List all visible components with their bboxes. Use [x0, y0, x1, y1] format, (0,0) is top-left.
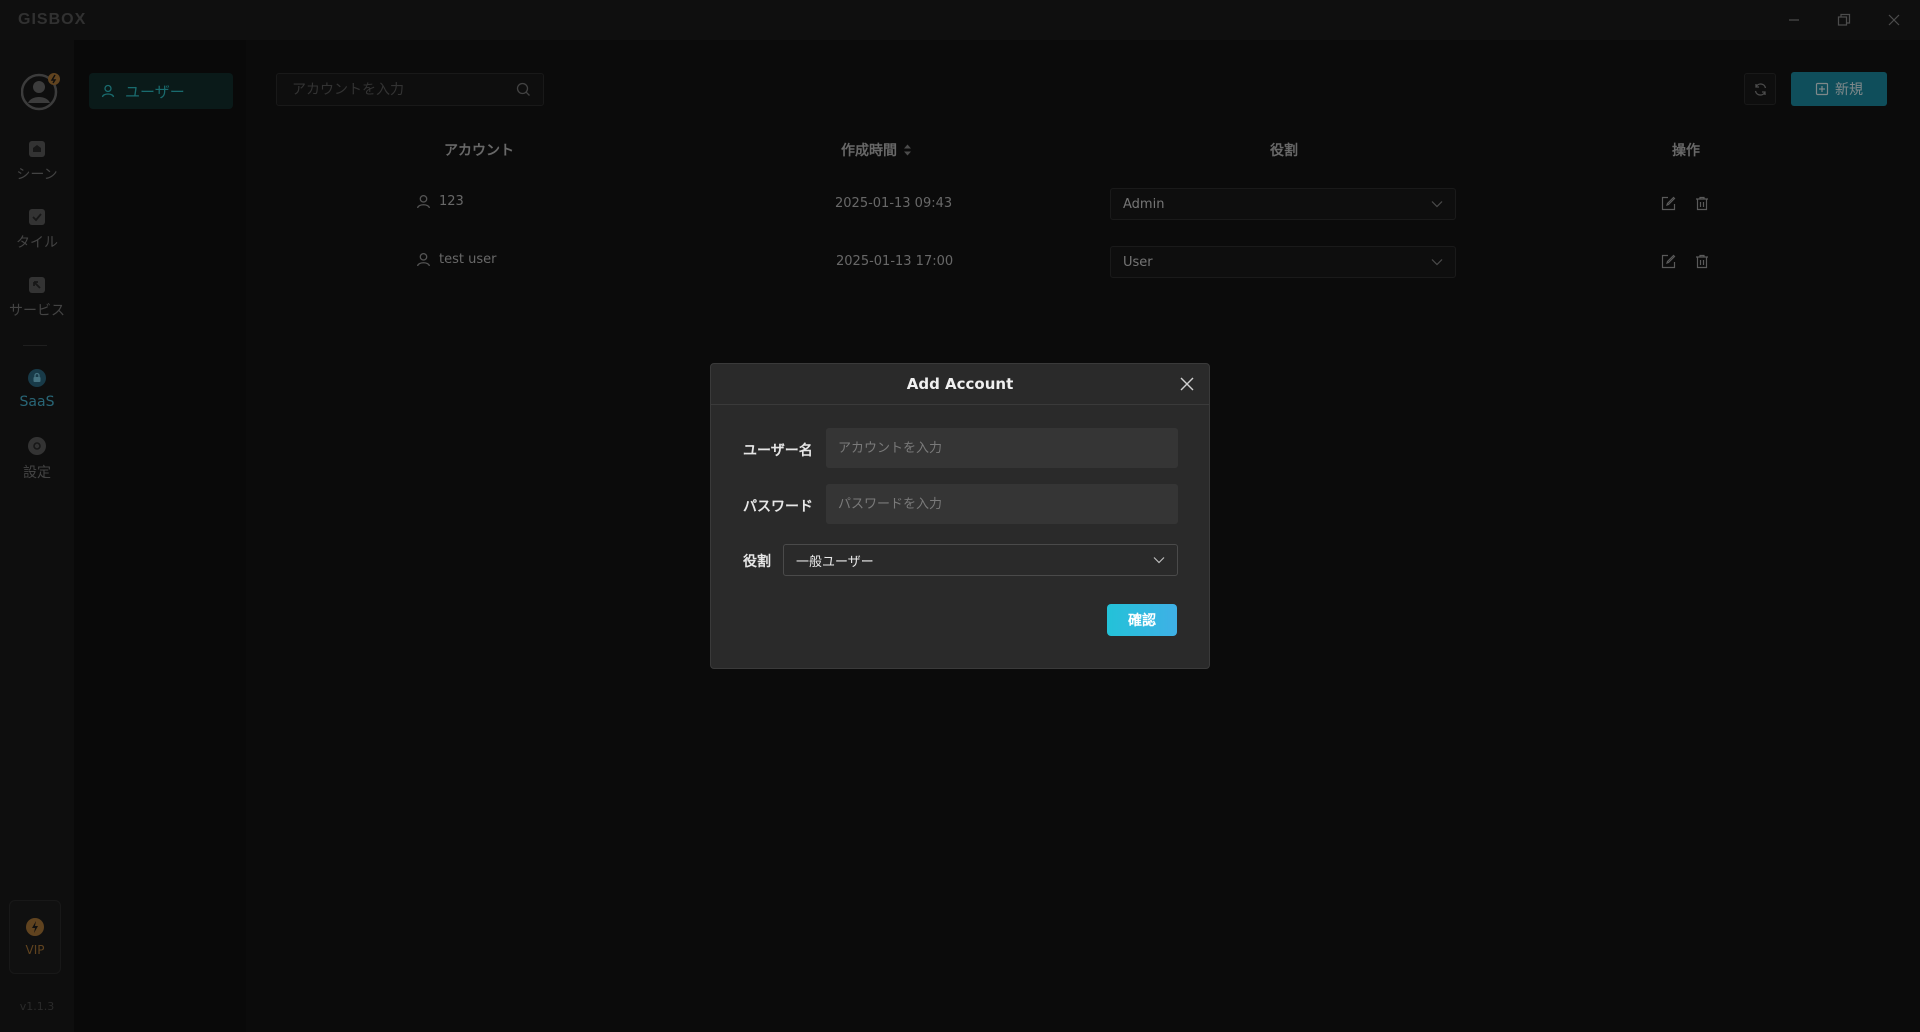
chevron-down-icon — [1153, 557, 1165, 564]
username-label: ユーザー名 — [743, 443, 813, 459]
role-dropdown-value: 一般ユーザー — [796, 554, 874, 570]
username-input[interactable] — [826, 428, 1178, 468]
add-account-dialog: Add Account ユーザー名 パスワード 役割 一般ユーザー 確認 — [710, 363, 1210, 669]
dialog-title: Add Account — [906, 375, 1014, 393]
role-dropdown[interactable]: 一般ユーザー — [783, 544, 1178, 576]
dialog-header: Add Account — [711, 364, 1209, 405]
role-label: 役割 — [743, 554, 771, 570]
password-label: パスワード — [743, 499, 813, 515]
password-input[interactable] — [826, 484, 1178, 524]
app-window: GISBOX シーン タイル サービス SaaS 設定 VIP v1.1.3 ユ… — [0, 0, 1920, 1032]
confirm-button[interactable]: 確認 — [1107, 604, 1177, 636]
close-icon — [1180, 377, 1194, 391]
dialog-close-button[interactable] — [1177, 374, 1197, 394]
